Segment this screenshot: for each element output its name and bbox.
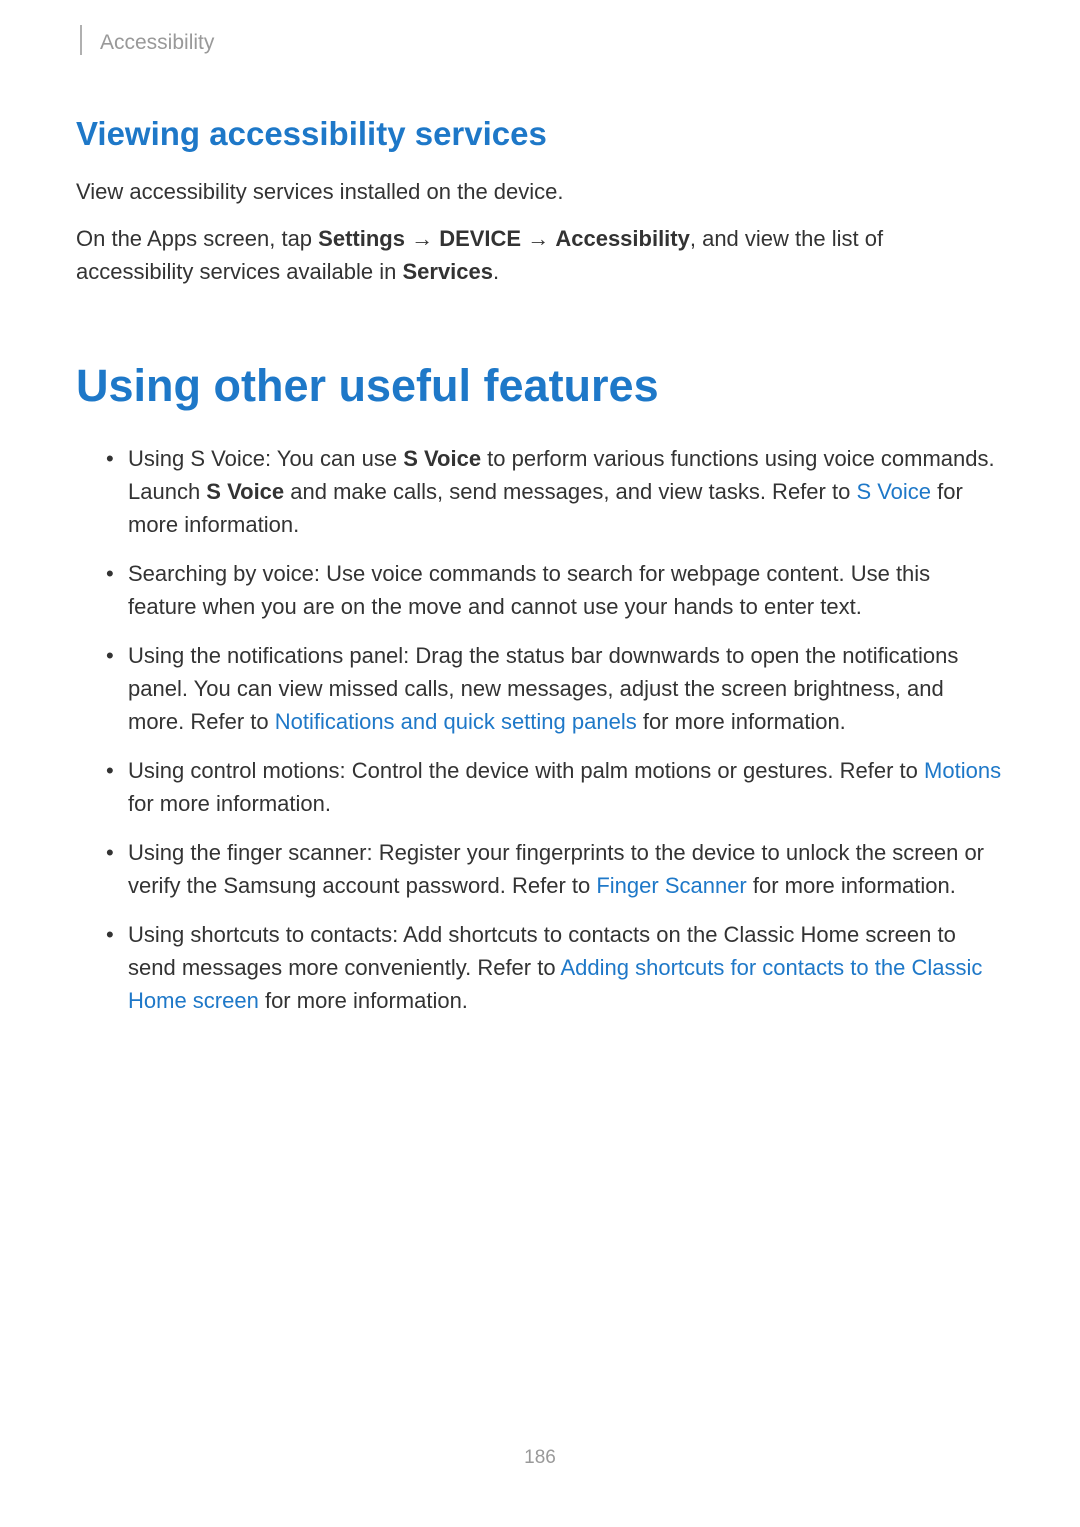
svoice-link[interactable]: S Voice bbox=[856, 479, 931, 504]
text: for more information. bbox=[128, 791, 331, 816]
list-item: Searching by voice: Use voice commands t… bbox=[106, 557, 1004, 623]
page-number: 186 bbox=[0, 1447, 1080, 1469]
feature-list: Using S Voice: You can use S Voice to pe… bbox=[76, 442, 1004, 1017]
arrow-icon: → bbox=[521, 226, 555, 251]
notifications-link[interactable]: Notifications and quick setting panels bbox=[275, 709, 637, 734]
list-item: Using S Voice: You can use S Voice to pe… bbox=[106, 442, 1004, 541]
breadcrumb: Accessibility bbox=[76, 30, 1004, 55]
text: Using S Voice: You can use bbox=[128, 446, 403, 471]
finger-scanner-link[interactable]: Finger Scanner bbox=[596, 873, 746, 898]
device-label: DEVICE bbox=[439, 226, 521, 251]
navigation-paragraph: On the Apps screen, tap Settings → DEVIC… bbox=[76, 222, 1004, 288]
text: and make calls, send messages, and view … bbox=[284, 479, 856, 504]
services-label: Services bbox=[402, 259, 493, 284]
bold-text: S Voice bbox=[403, 446, 481, 471]
arrow-icon: → bbox=[405, 226, 439, 251]
list-item: Using control motions: Control the devic… bbox=[106, 754, 1004, 820]
text: for more information. bbox=[747, 873, 956, 898]
accessibility-label: Accessibility bbox=[555, 226, 690, 251]
text: On the Apps screen, tap bbox=[76, 226, 318, 251]
main-heading: Using other useful features bbox=[76, 360, 1004, 412]
text: Searching by voice: Use voice commands t… bbox=[128, 561, 930, 619]
intro-paragraph: View accessibility services installed on… bbox=[76, 175, 1004, 208]
section-heading: Viewing accessibility services bbox=[76, 115, 1004, 153]
page-content: Accessibility Viewing accessibility serv… bbox=[0, 0, 1080, 1017]
list-item: Using shortcuts to contacts: Add shortcu… bbox=[106, 918, 1004, 1017]
motions-link[interactable]: Motions bbox=[924, 758, 1001, 783]
text: for more information. bbox=[637, 709, 846, 734]
bold-text: S Voice bbox=[206, 479, 284, 504]
text: for more information. bbox=[259, 988, 468, 1013]
text: Using control motions: Control the devic… bbox=[128, 758, 924, 783]
breadcrumb-divider bbox=[80, 25, 82, 55]
list-item: Using the finger scanner: Register your … bbox=[106, 836, 1004, 902]
settings-label: Settings bbox=[318, 226, 405, 251]
text: . bbox=[493, 259, 499, 284]
breadcrumb-label: Accessibility bbox=[100, 31, 214, 55]
list-item: Using the notifications panel: Drag the … bbox=[106, 639, 1004, 738]
